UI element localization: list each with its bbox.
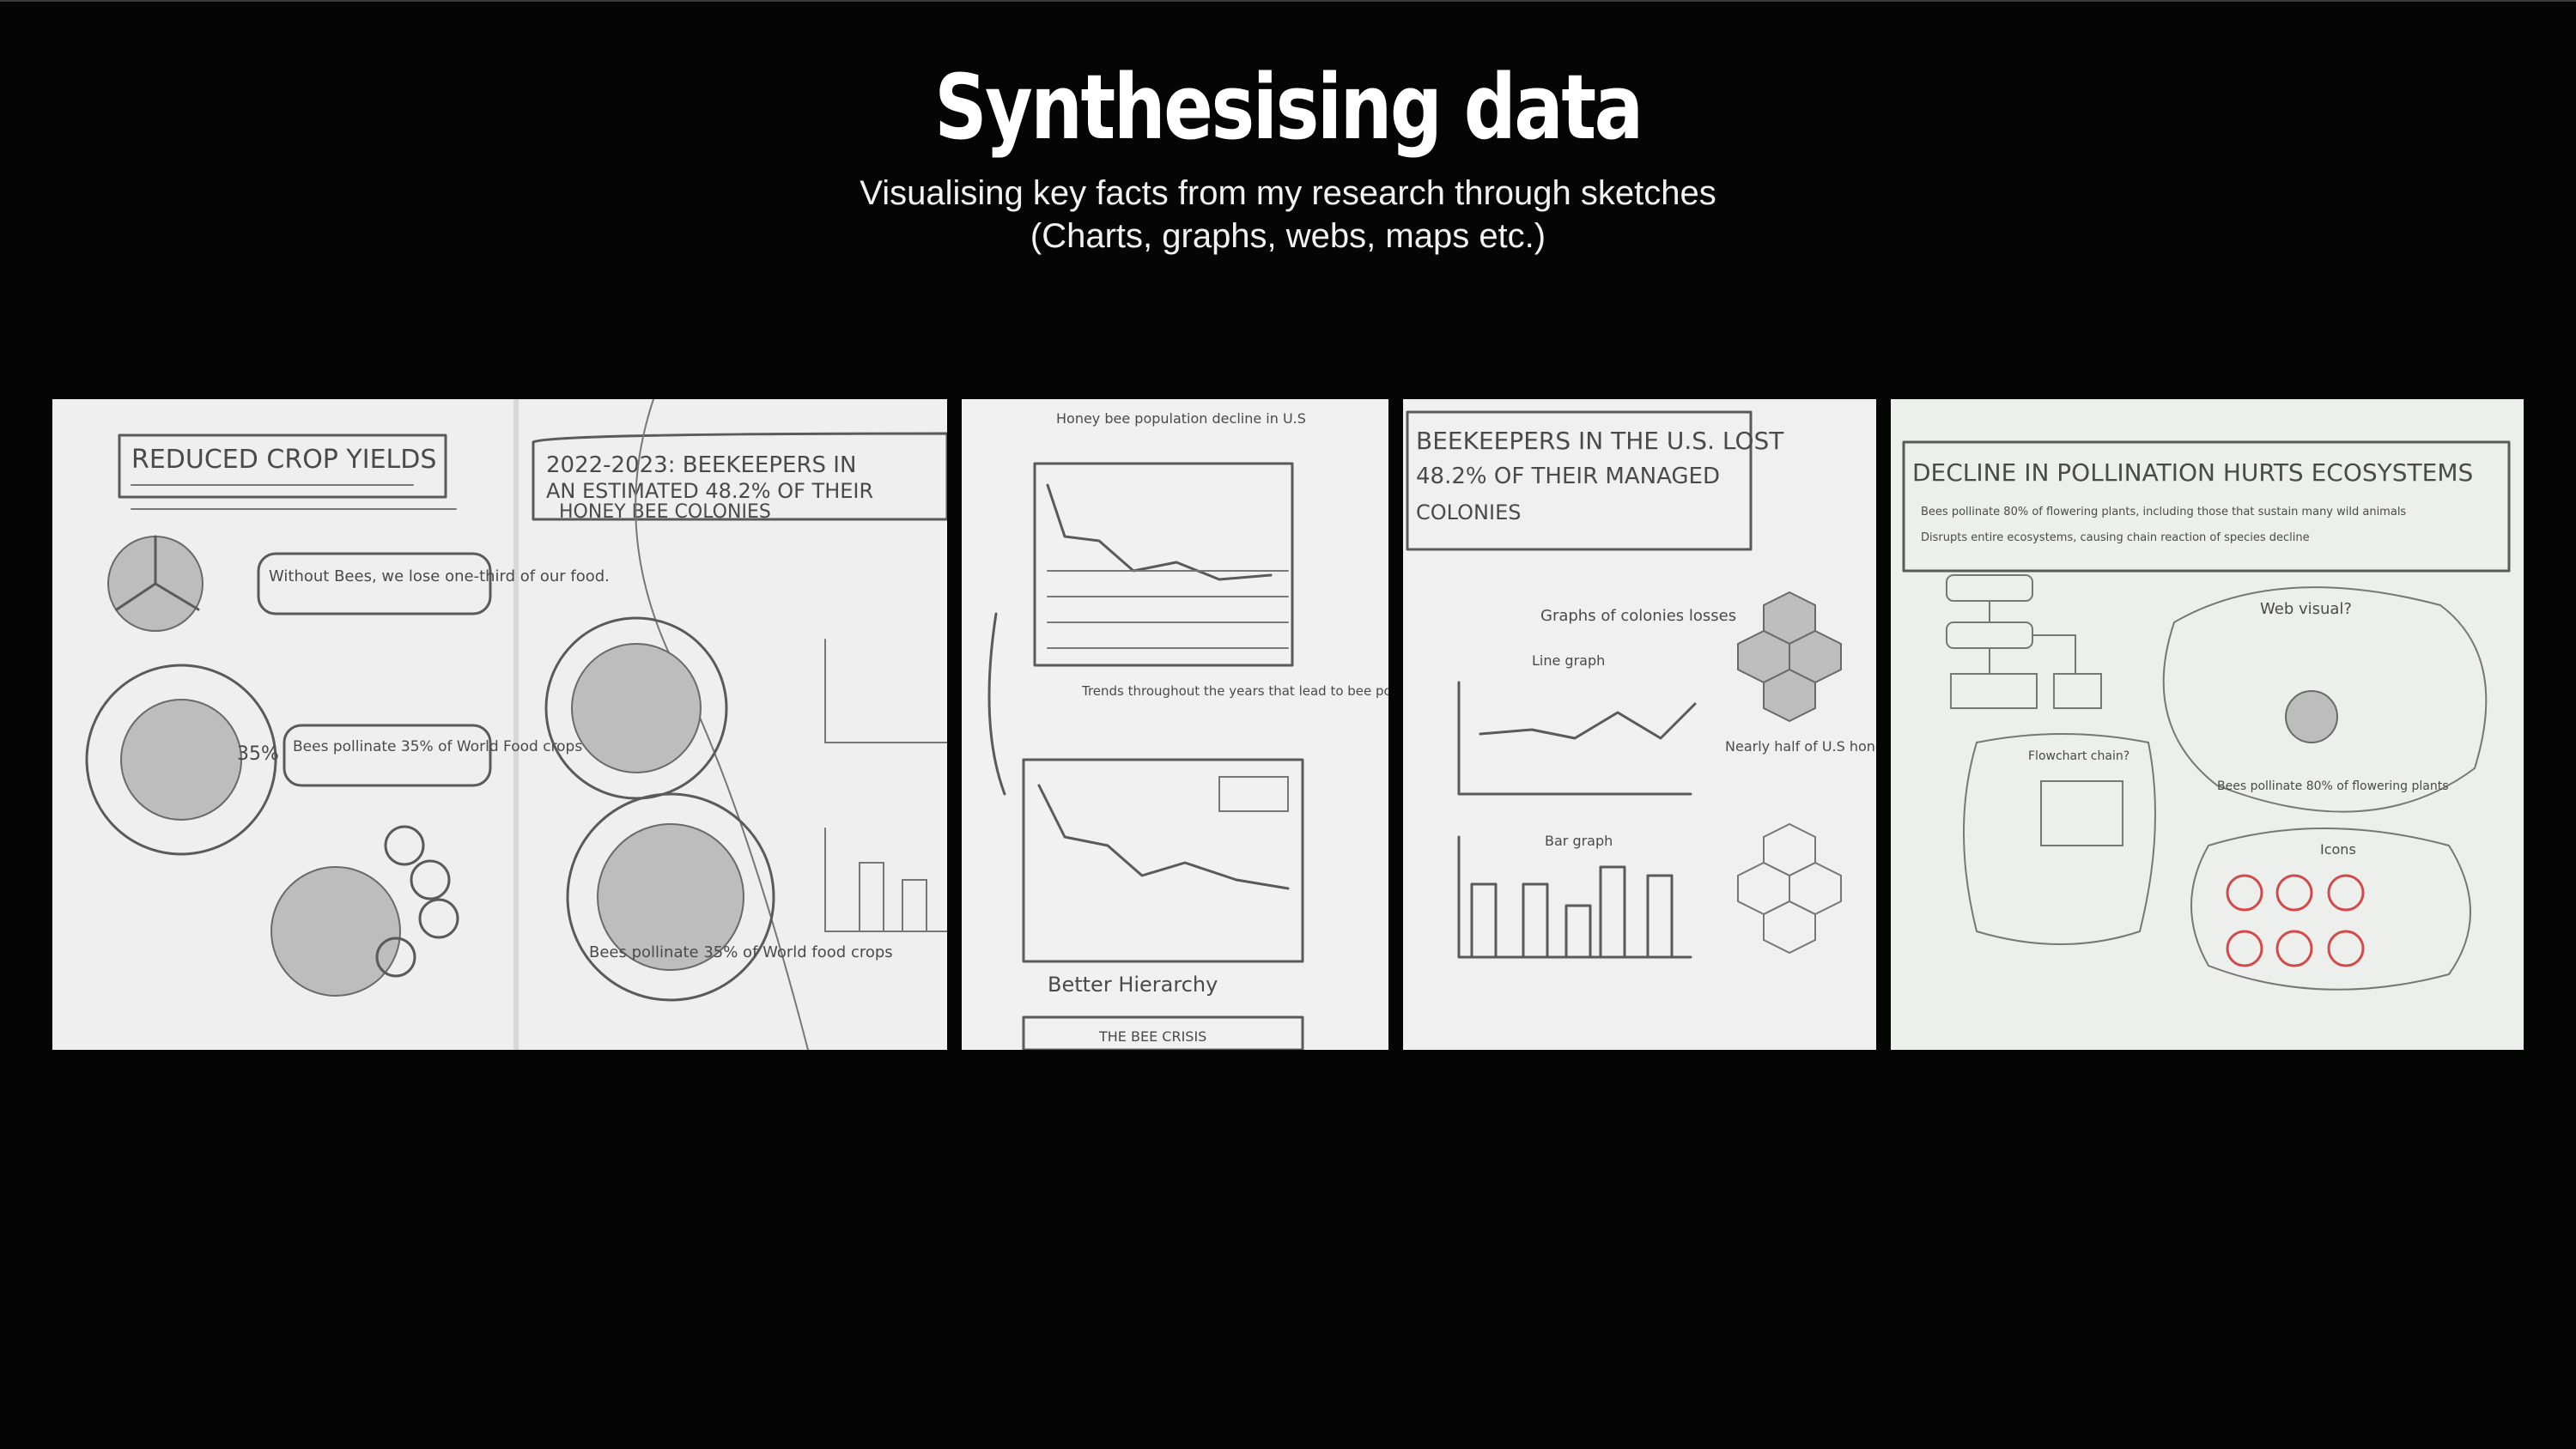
sketch3-note-graphs: Graphs of colonies losses bbox=[1540, 607, 1736, 625]
slide: Synthesising data Visualising key facts … bbox=[0, 0, 2576, 1449]
sketch1-note-bees-pollinate: Bees pollinate 35% of World food crops bbox=[589, 943, 893, 961]
sketch3-heading3: COLONIES bbox=[1416, 500, 1521, 524]
subtitle-line-2: (Charts, graphs, webs, maps etc.) bbox=[1030, 217, 1546, 255]
top-divider bbox=[0, 0, 2576, 2]
sketch4-note-icons: Icons bbox=[2320, 841, 2356, 858]
sketch2-note-top: Honey bee population decline in U.S bbox=[1056, 410, 1306, 427]
sketch1-heading2b: AN ESTIMATED 48.2% OF THEIR bbox=[546, 479, 873, 503]
sketch1-heading2: 2022-2023: BEEKEEPERS IN bbox=[546, 452, 856, 478]
slide-subtitle: Visualising key facts from my research t… bbox=[0, 172, 2576, 258]
sketch4-heading: DECLINE IN POLLINATION HURTS ECOSYSTEMS bbox=[1912, 458, 2473, 487]
sketch3-heading: BEEKEEPERS IN THE U.S. LOST bbox=[1416, 427, 1784, 455]
sketch-photo-colony-losses: BEEKEEPERS IN THE U.S. LOST 48.2% OF THE… bbox=[1403, 399, 1876, 1050]
sketch3-note-bar: Bar graph bbox=[1545, 833, 1613, 849]
sketch-photo-ecosystems: DECLINE IN POLLINATION HURTS ECOSYSTEMS … bbox=[1891, 399, 2524, 1050]
sketch3-note-nearly-half: Nearly half of U.S honey bee colonies we… bbox=[1725, 738, 1876, 755]
subtitle-line-1: Visualising key facts from my research t… bbox=[860, 174, 1716, 212]
sketch-photo-crop-yields: REDUCED CROP YIELDS 2022-2023: BEEKEEPER… bbox=[52, 399, 947, 1050]
sketch1-note-without-bees: Without Bees, we lose one-third of our f… bbox=[269, 567, 610, 585]
sketch4-sub2: Disrupts entire ecosystems, causing chai… bbox=[1921, 531, 2310, 544]
sketch1-heading: REDUCED CROP YIELDS bbox=[131, 445, 436, 475]
sketch4-note-flowchart: Flowchart chain? bbox=[2028, 749, 2129, 763]
sketch1-heading2c: HONEY BEE COLONIES bbox=[559, 501, 771, 523]
sketch2-note-bottom: THE BEE CRISIS bbox=[1098, 1028, 1206, 1045]
sketch3-note-line: Line graph bbox=[1532, 652, 1605, 669]
sketch4-sub1: Bees pollinate 80% of flowering plants, … bbox=[1921, 506, 2406, 518]
sketch4-note-pollinate: Bees pollinate 80% of flowering plants bbox=[2217, 779, 2449, 793]
sketch1-note-pollinate: Bees pollinate 35% of World Food crops bbox=[293, 738, 582, 755]
sketch1-pct-left: 35% bbox=[237, 743, 279, 765]
sketch-photo-bee-decline-chart: Honey bee population decline in U.S Tren… bbox=[962, 399, 1388, 1050]
sketch3-heading2: 48.2% OF THEIR MANAGED bbox=[1416, 464, 1720, 489]
slide-title: Synthesising data bbox=[934, 55, 1643, 160]
sketch4-note-web: Web visual? bbox=[2260, 600, 2352, 618]
sketch2-note-trends: Trends throughout the years that lead to… bbox=[1081, 683, 1388, 699]
sketch2-note-hierarchy: Better Hierarchy bbox=[1048, 973, 1218, 997]
